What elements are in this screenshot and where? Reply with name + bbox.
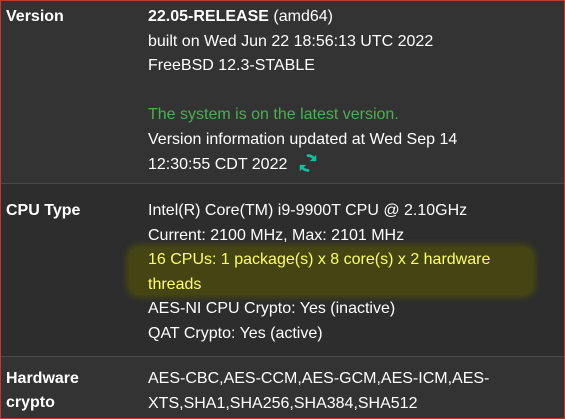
hardware-crypto-value-line1: AES-CBC,AES-CCM,AES-GCM,AES-ICM,AES- <box>148 370 490 387</box>
cpu-cores-line2: threads <box>148 275 202 293</box>
version-arch: (amd64) <box>273 8 333 25</box>
hardware-crypto-value-line2: XTS,SHA1,SHA256,SHA384,SHA512 <box>148 394 418 412</box>
version-updated-line2: 12:30:55 CDT 2022 <box>148 156 288 173</box>
refresh-icon[interactable] <box>297 152 319 174</box>
version-updated-line1: Version information updated at Wed Sep 1… <box>148 130 458 148</box>
hardware-crypto-value: AES-CBC,AES-CCM,AES-GCM,AES-ICM,AES- XTS… <box>148 367 553 416</box>
version-release-line: 22.05-RELEASE (amd64) <box>148 5 553 30</box>
cpu-frequency: Current: 2100 MHz, Max: 2101 MHz <box>148 226 405 244</box>
cpu-model: Intel(R) Core(TM) i9-9900T CPU @ 2.10GHz <box>148 202 468 219</box>
cpu-qat: QAT Crypto: Yes (active) <box>148 324 323 342</box>
version-row: Version 22.05-RELEASE (amd64) built on W… <box>1 1 564 183</box>
cpu-cores-line1: 16 CPUs: 1 package(s) x 8 core(s) x 2 ha… <box>148 251 491 268</box>
cpu-label: CPU Type <box>6 202 81 219</box>
version-value: 22.05-RELEASE (amd64) built on Wed Jun 2… <box>148 5 553 178</box>
cpu-value: Intel(R) Core(TM) i9-9900T CPU @ 2.10GHz… <box>148 199 553 346</box>
version-status: The system is on the latest version. <box>148 106 399 123</box>
version-os: FreeBSD 12.3-STABLE <box>148 57 315 74</box>
system-info-panel: Version 22.05-RELEASE (amd64) built on W… <box>0 0 565 419</box>
version-release: 22.05-RELEASE <box>148 8 269 25</box>
version-label: Version <box>6 8 64 25</box>
version-spacer <box>148 79 553 104</box>
cpu-aesni: AES-NI CPU Crypto: Yes (inactive) <box>148 300 396 317</box>
version-updated-line2-wrap: 12:30:55 CDT 2022 <box>148 152 553 178</box>
hardware-crypto-label-line1: Hardware <box>6 370 79 387</box>
hardware-crypto-label: Hardware crypto <box>6 367 79 415</box>
hardware-crypto-label-line2: crypto <box>6 394 55 411</box>
version-built-on: built on Wed Jun 22 18:56:13 UTC 2022 <box>148 32 434 50</box>
